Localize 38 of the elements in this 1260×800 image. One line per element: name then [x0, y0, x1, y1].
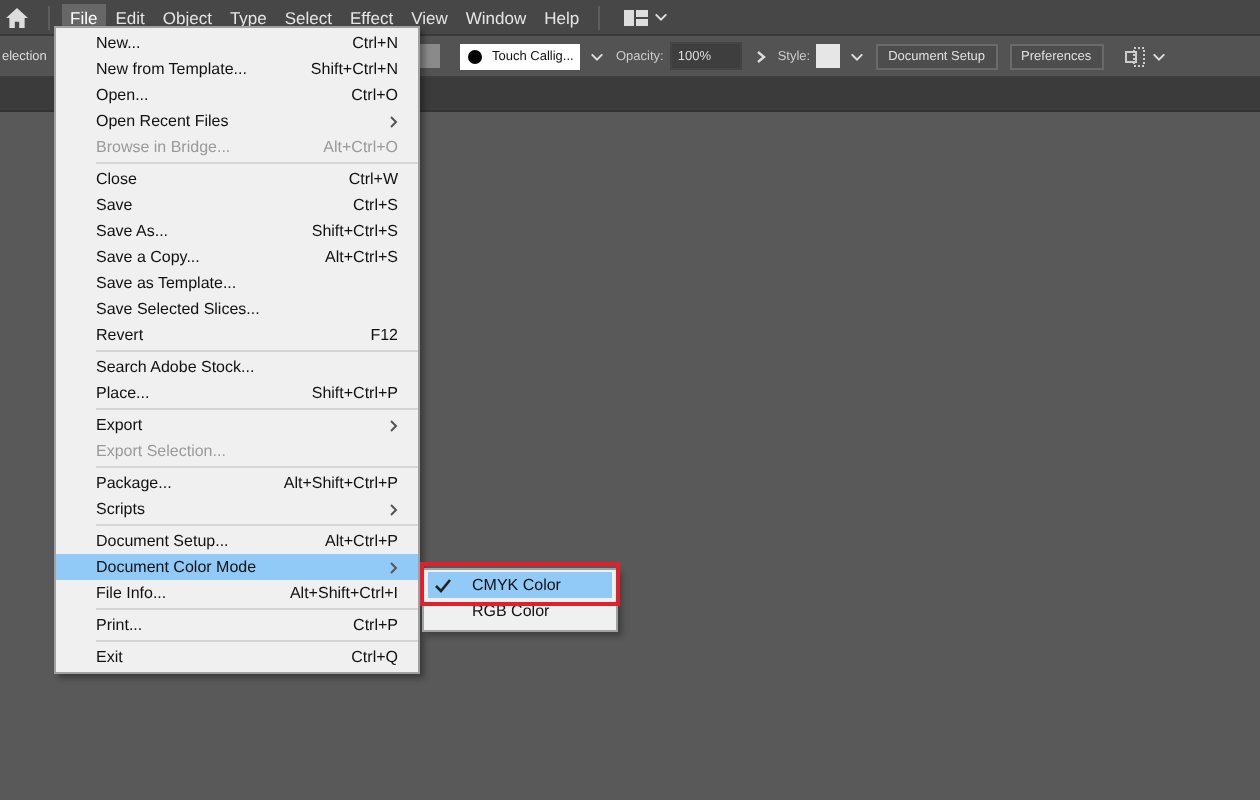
- menu-item[interactable]: Exit Ctrl+Q: [56, 644, 418, 670]
- menu-item[interactable]: CMYK Color: [428, 572, 612, 598]
- menu-item[interactable]: File Info... Alt+Shift+Ctrl+I: [56, 580, 418, 606]
- menu-item[interactable]: Package... Alt+Shift+Ctrl+P: [56, 470, 418, 496]
- menu-item[interactable]: Help: [536, 3, 588, 31]
- menu-item[interactable]: Export: [56, 412, 418, 438]
- menu-item[interactable]: Object: [154, 3, 220, 31]
- menu-item[interactable]: Document Setup... Alt+Ctrl+P: [56, 528, 418, 554]
- menu-item[interactable]: Search Adobe Stock...: [56, 354, 418, 380]
- chevron-right-icon[interactable]: [755, 49, 766, 63]
- caret-icon: [653, 12, 668, 22]
- caret-icon: [850, 51, 865, 61]
- workspace-layout-icon[interactable]: [623, 9, 648, 25]
- arrange-icon[interactable]: [1123, 45, 1146, 67]
- menu-item[interactable]: Save Ctrl+S: [56, 192, 418, 218]
- home-icon[interactable]: [6, 7, 28, 27]
- menu-item[interactable]: Revert F12: [56, 322, 418, 348]
- caret-icon: [590, 51, 604, 61]
- menu-item[interactable]: Save a Copy... Alt+Ctrl+S: [56, 244, 418, 270]
- menu-item[interactable]: Print... Ctrl+P: [56, 612, 418, 638]
- menu-item[interactable]: Scripts: [56, 496, 418, 522]
- menu-item[interactable]: New... Ctrl+N: [56, 30, 418, 56]
- menu-item[interactable]: View: [403, 3, 456, 31]
- menu-item[interactable]: Open Recent Files: [56, 108, 418, 134]
- menu-item[interactable]: Save Selected Slices...: [56, 296, 418, 322]
- menu-item[interactable]: Select: [276, 3, 340, 31]
- menu-item[interactable]: Place... Shift+Ctrl+P: [56, 380, 418, 406]
- caret-icon: [1151, 51, 1166, 61]
- menu-item[interactable]: Save As... Shift+Ctrl+S: [56, 218, 418, 244]
- menu-item[interactable]: Edit: [107, 3, 153, 31]
- menu-item[interactable]: Window: [457, 3, 535, 31]
- menu-item[interactable]: Type: [221, 3, 275, 31]
- menu-item[interactable]: New from Template... Shift+Ctrl+N: [56, 56, 418, 82]
- menu-item[interactable]: Close Ctrl+W: [56, 166, 418, 192]
- style-swatch[interactable]: [816, 44, 841, 68]
- menu-item[interactable]: Save as Template...: [56, 270, 418, 296]
- menu-item[interactable]: Effect: [342, 3, 402, 31]
- menu-item[interactable]: Document Color Mode: [56, 554, 418, 580]
